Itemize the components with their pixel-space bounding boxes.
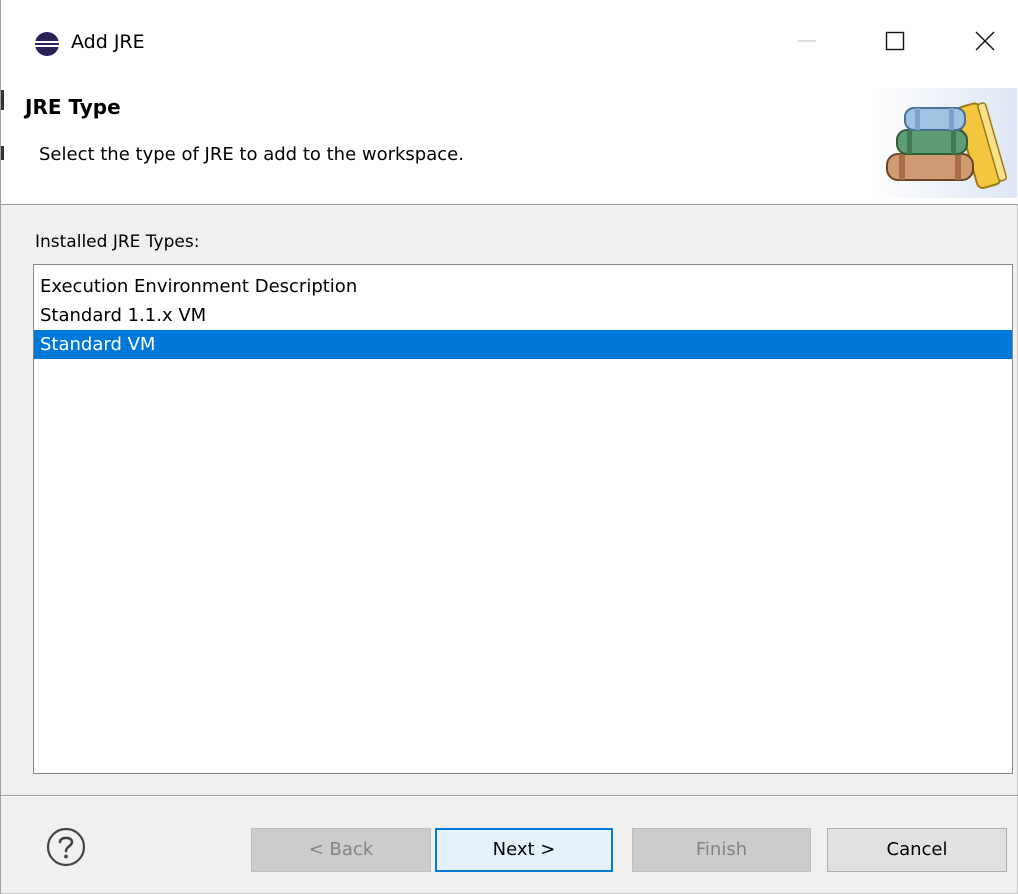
title-bar: Add JRE xyxy=(1,0,1018,84)
eclipse-icon xyxy=(35,32,59,56)
close-icon xyxy=(975,31,995,51)
help-icon[interactable] xyxy=(45,826,87,868)
add-jre-dialog: Add JRE JRE Type Select the type of JRE … xyxy=(0,0,1018,894)
maximize-button[interactable] xyxy=(869,18,921,64)
jre-types-list[interactable]: Execution Environment Description Standa… xyxy=(33,264,1013,774)
list-item[interactable]: Standard 1.1.x VM xyxy=(34,301,1012,330)
page-description: Select the type of JRE to add to the wor… xyxy=(39,144,464,165)
list-item-selected[interactable]: Standard VM xyxy=(34,330,1012,359)
minimize-icon xyxy=(798,40,816,42)
window-title: Add JRE xyxy=(71,31,145,53)
wizard-header: JRE Type Select the type of JRE to add t… xyxy=(1,84,1018,205)
installed-jre-types-label: Installed JRE Types: xyxy=(35,232,200,252)
library-books-icon xyxy=(871,88,1017,198)
cancel-button[interactable]: Cancel xyxy=(827,828,1007,872)
maximize-icon xyxy=(885,31,905,51)
list-item[interactable]: Execution Environment Description xyxy=(34,272,1012,301)
next-button[interactable]: Next > xyxy=(435,828,613,872)
left-edge-mark xyxy=(1,90,4,110)
minimize-button[interactable] xyxy=(781,18,833,64)
page-title: JRE Type xyxy=(25,95,121,119)
left-edge-mark xyxy=(1,146,4,160)
close-button[interactable] xyxy=(959,18,1011,64)
back-button[interactable]: < Back xyxy=(251,828,431,872)
finish-button[interactable]: Finish xyxy=(632,828,811,872)
button-bar-divider xyxy=(1,795,1018,797)
